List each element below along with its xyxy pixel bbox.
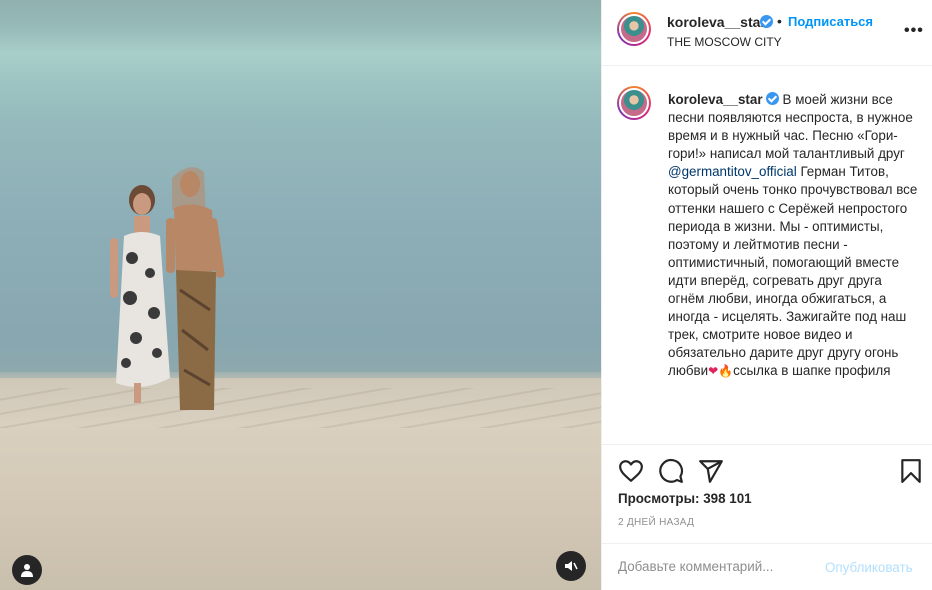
mention-link[interactable]: @germantitov_official: [668, 164, 797, 179]
user-tag-button[interactable]: [12, 555, 42, 585]
avatar[interactable]: [617, 12, 651, 46]
views-count[interactable]: Просмотры: 398 101: [618, 491, 752, 506]
caption-username[interactable]: koroleva__star: [668, 92, 763, 107]
views-label: Просмотры:: [618, 491, 700, 506]
post-side-panel: koroleva__star • Подписаться THE MOSCOW …: [601, 0, 932, 590]
comment-icon[interactable]: [658, 458, 684, 484]
verified-badge-icon: [765, 92, 779, 105]
comment-input[interactable]: [618, 559, 818, 574]
mute-button[interactable]: [556, 551, 586, 581]
fire-emoji: 🔥: [718, 364, 734, 379]
heart-emoji: ❤: [708, 364, 719, 379]
follow-button[interactable]: Подписаться: [788, 14, 873, 29]
caption-area: koroleva__star В моей жизни все песни поя…: [602, 67, 932, 445]
comment-box: Опубликовать: [602, 543, 932, 590]
post-header: koroleva__star • Подписаться THE MOSCOW …: [602, 0, 932, 66]
header-username[interactable]: koroleva__star: [667, 14, 766, 30]
location-link[interactable]: THE MOSCOW CITY: [667, 35, 782, 49]
heart-icon[interactable]: [618, 458, 644, 484]
bookmark-icon[interactable]: [898, 458, 924, 484]
man-figure: [166, 167, 225, 410]
action-bar: [602, 446, 932, 490]
separator-dot: •: [777, 13, 782, 29]
caption-text: Герман Титов, который очень тонко прочув…: [668, 164, 918, 379]
post-media[interactable]: [0, 0, 601, 590]
user-tag-icon: [21, 564, 33, 577]
post-caption: koroleva__star В моей жизни все песни поя…: [668, 91, 918, 381]
publish-button[interactable]: Опубликовать: [825, 560, 913, 575]
caption-text: ссылка в шапке профиля: [733, 363, 891, 379]
verified-badge-icon: [760, 15, 773, 28]
beach-sand: [0, 378, 601, 590]
caption-avatar[interactable]: [617, 86, 651, 120]
speaker-muted-icon: [565, 561, 578, 571]
post-date[interactable]: 2 ДНЕЙ НАЗАД: [618, 517, 694, 528]
views-value: 398 101: [703, 491, 752, 506]
paper-plane-icon[interactable]: [698, 458, 724, 484]
more-options-icon[interactable]: •••: [904, 22, 924, 40]
